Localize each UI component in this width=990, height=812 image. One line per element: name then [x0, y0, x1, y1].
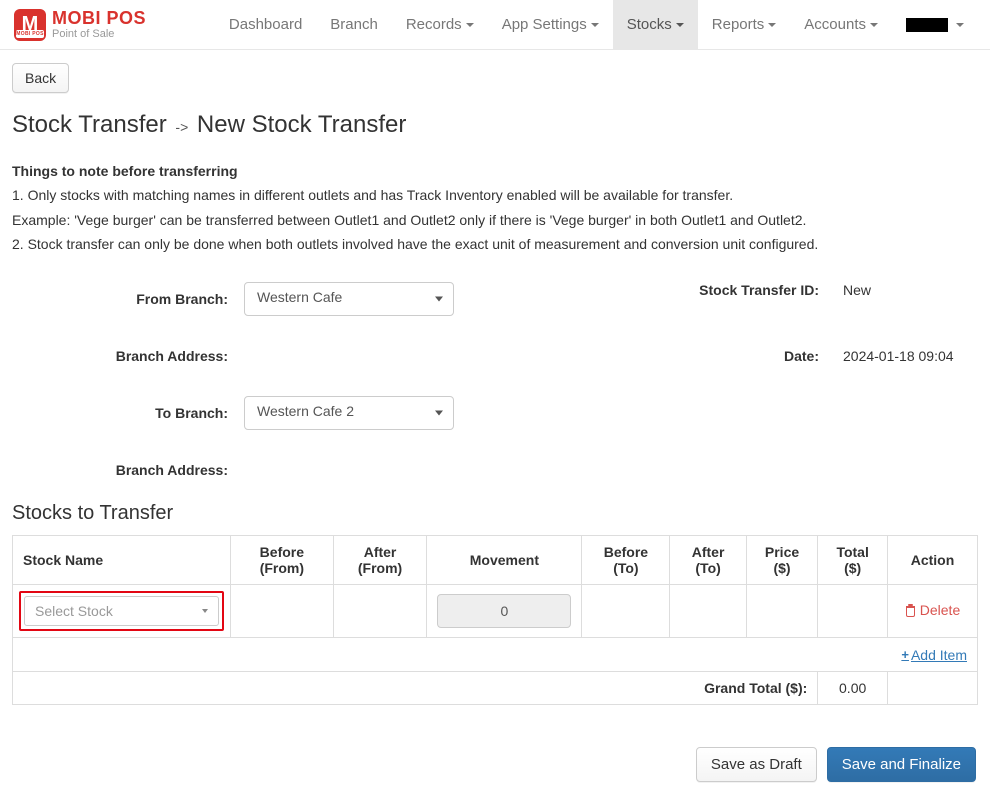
to-branch-select[interactable]: Western Cafe 2	[244, 396, 454, 430]
cell-after-to	[670, 585, 746, 638]
table-row: Select Stock 0	[13, 585, 978, 638]
add-item-label: Add Item	[911, 647, 967, 663]
brand-link[interactable]: M MOBI POS MOBI POS Point of Sale	[12, 3, 158, 47]
th-after-from: After (From)	[333, 536, 427, 585]
breadcrumb-separator: ->	[173, 119, 190, 135]
nav-dashboard-label: Dashboard	[229, 16, 302, 33]
nav-accounts[interactable]: Accounts	[790, 0, 892, 50]
add-item-row: + Add Item	[13, 638, 978, 672]
th-total: Total ($)	[818, 536, 888, 585]
brand-subtitle: Point of Sale	[52, 29, 146, 40]
nav-dashboard[interactable]: Dashboard	[215, 0, 316, 50]
nav-reports[interactable]: Reports	[698, 0, 791, 50]
chevron-down-icon	[591, 23, 599, 27]
from-branch-address-label: Branch Address:	[12, 348, 244, 364]
add-item-button[interactable]: + Add Item	[901, 647, 967, 663]
delete-row-button[interactable]: Delete	[905, 602, 960, 618]
stock-select-placeholder: Select Stock	[35, 603, 113, 619]
trash-icon	[905, 604, 916, 617]
th-stock-name: Stock Name	[13, 536, 231, 585]
movement-input[interactable]: 0	[437, 594, 571, 628]
stock-transfer-id-value: New	[835, 282, 871, 298]
nav-app-settings-label: App Settings	[502, 16, 587, 33]
breadcrumb-current: New Stock Transfer	[197, 111, 406, 138]
chevron-down-icon	[435, 411, 443, 416]
brand-icon-band: MOBI POS	[16, 30, 44, 38]
stock-transfer-id-label: Stock Transfer ID:	[495, 282, 835, 298]
to-branch-label: To Branch:	[12, 405, 244, 421]
grand-total-value: 0.00	[818, 671, 888, 704]
th-movement: Movement	[427, 536, 582, 585]
from-branch-select[interactable]: Western Cafe	[244, 282, 454, 316]
stock-select-highlight-wrap: Select Stock	[19, 591, 224, 631]
nav-stocks[interactable]: Stocks	[613, 0, 698, 50]
chevron-down-icon	[768, 23, 776, 27]
top-navbar: M MOBI POS MOBI POS Point of Sale Dashbo…	[0, 0, 990, 50]
brand-text: MOBI POS Point of Sale	[52, 9, 146, 40]
chevron-down-icon	[435, 297, 443, 302]
main-nav: Dashboard Branch Records App Settings St…	[215, 0, 978, 50]
nav-stocks-label: Stocks	[627, 16, 672, 33]
cell-price	[746, 585, 818, 638]
notes-line-2: 2. Stock transfer can only be done when …	[12, 234, 978, 254]
brand-name: MOBI POS	[52, 9, 146, 27]
brand-icon: M MOBI POS	[14, 9, 46, 41]
transfer-form: From Branch: Western Cafe Stock Transfer…	[12, 282, 978, 478]
cell-total	[818, 585, 888, 638]
back-button[interactable]: Back	[12, 63, 69, 93]
grand-total-action-spacer	[888, 671, 978, 704]
notes-line-example: Example: 'Vege burger' can be transferre…	[12, 210, 978, 230]
delete-label: Delete	[920, 602, 960, 618]
nav-accounts-label: Accounts	[804, 16, 866, 33]
grand-total-label: Grand Total ($):	[13, 671, 818, 704]
transfer-table: Stock Name Before (From) After (From) Mo…	[12, 535, 978, 705]
breadcrumb-stock-transfer: Stock Transfer	[12, 111, 167, 138]
to-branch-value: Western Cafe 2	[257, 403, 354, 419]
user-name-placeholder	[906, 18, 948, 32]
date-value: 2024-01-18 09:04	[835, 348, 954, 364]
nav-branch-label: Branch	[330, 16, 378, 33]
th-after-to: After (To)	[670, 536, 746, 585]
notes-section: Things to note before transferring 1. On…	[12, 161, 978, 254]
main-container: Back Stock Transfer -> New Stock Transfe…	[0, 50, 990, 812]
th-before-from: Before (From)	[231, 536, 334, 585]
cell-before-from	[231, 585, 334, 638]
from-branch-value: Western Cafe	[257, 289, 342, 305]
to-branch-address-label: Branch Address:	[12, 462, 244, 478]
th-before-to: Before (To)	[582, 536, 670, 585]
chevron-down-icon	[676, 23, 684, 27]
notes-heading: Things to note before transferring	[12, 161, 978, 181]
notes-line-1: 1. Only stocks with matching names in di…	[12, 185, 978, 205]
plus-icon: +	[901, 647, 909, 662]
cell-before-to	[582, 585, 670, 638]
nav-records[interactable]: Records	[392, 0, 488, 50]
date-label: Date:	[495, 348, 835, 364]
stock-select[interactable]: Select Stock	[24, 596, 219, 626]
from-branch-label: From Branch:	[12, 291, 244, 307]
grand-total-row: Grand Total ($): 0.00	[13, 671, 978, 704]
nav-branch[interactable]: Branch	[316, 0, 392, 50]
chevron-down-icon	[956, 23, 964, 27]
nav-user-menu[interactable]	[892, 0, 978, 50]
nav-records-label: Records	[406, 16, 462, 33]
footer-actions: Save as Draft Save and Finalize	[12, 747, 978, 782]
chevron-down-icon	[202, 609, 208, 613]
nav-reports-label: Reports	[712, 16, 765, 33]
chevron-down-icon	[466, 23, 474, 27]
stocks-to-transfer-heading: Stocks to Transfer	[12, 502, 978, 525]
movement-value: 0	[500, 603, 508, 619]
chevron-down-icon	[870, 23, 878, 27]
th-price: Price ($)	[746, 536, 818, 585]
save-as-draft-button[interactable]: Save as Draft	[696, 747, 817, 782]
table-header-row: Stock Name Before (From) After (From) Mo…	[13, 536, 978, 585]
th-action: Action	[888, 536, 978, 585]
cell-after-from	[333, 585, 427, 638]
page-title: Stock Transfer -> New Stock Transfer	[12, 111, 978, 139]
save-and-finalize-button[interactable]: Save and Finalize	[827, 747, 976, 782]
nav-app-settings[interactable]: App Settings	[488, 0, 613, 50]
